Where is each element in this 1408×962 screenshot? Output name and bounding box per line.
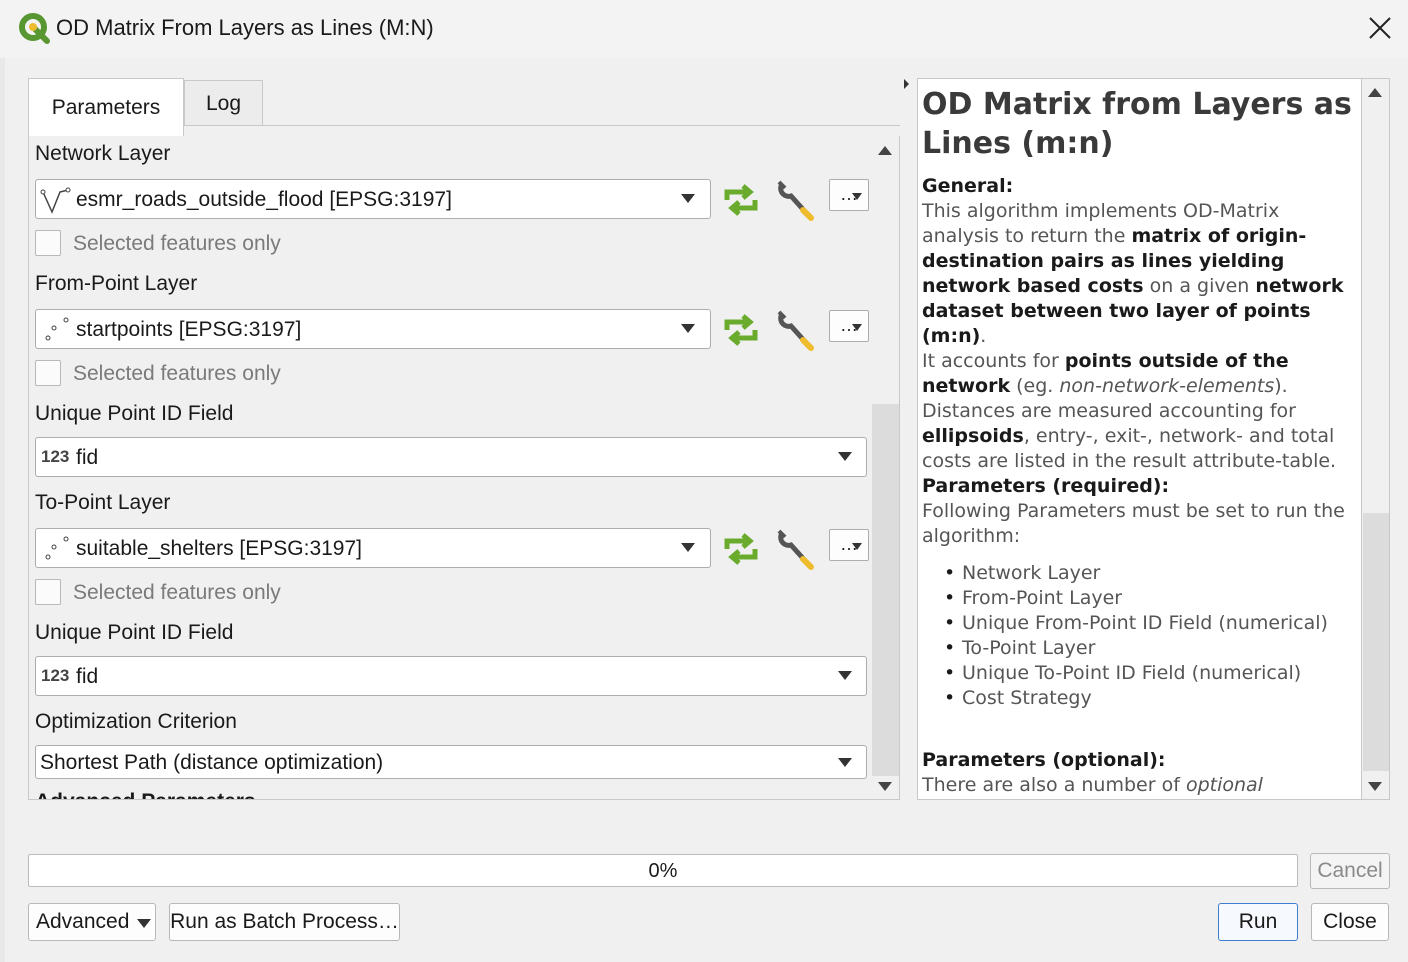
help-text: It accounts for [922,350,1065,372]
help-italic: non-network-elements [1059,375,1275,397]
optimization-label: Optimization Criterion [35,710,237,733]
chevron-down-icon [681,543,695,552]
tab-label: Parameters [51,95,161,119]
advanced-parameters-group[interactable]: Advanced Parameters [35,790,256,799]
to-selected-only-label: Selected features only [73,581,281,604]
help-required-title: Parameters (required): [922,475,1170,497]
chevron-down-icon [681,194,695,203]
advanced-label: Advanced [36,910,130,933]
to-id-field-value: fid [76,665,99,688]
help-title: OD Matrix from Layers as Lines (m:n) [922,87,1352,161]
close-icon[interactable] [1362,10,1398,46]
wrench-icon[interactable] [775,527,819,571]
scroll-up-icon[interactable] [878,146,892,155]
help-text: ). [1274,375,1288,397]
from-id-field-value: fid [76,446,99,469]
help-optional-title: Parameters (optional): [922,749,1166,771]
qgis-logo-icon [18,12,50,44]
from-selected-only-label: Selected features only [73,362,281,385]
network-selected-only-label: Selected features only [73,232,281,255]
help-text: Distances are measured accounting for [922,400,1296,422]
to-id-field-label: Unique Point ID Field [35,621,234,644]
cancel-button[interactable]: Cancel [1310,853,1390,889]
from-point-layer-combo[interactable]: startpoints [EPSG:3197] [35,309,711,349]
list-item: Unique From-Point ID Field (numerical) [944,611,1328,636]
help-italic: optional [1185,774,1263,796]
from-id-field-combo[interactable]: 123 fid [35,437,867,477]
scrollbar-thumb[interactable] [1363,513,1389,771]
scrollbar-thumb[interactable] [872,404,899,776]
numeric-field-icon: 123 [41,447,70,466]
parameters-panel: Network Layer esmr_roads_outside_flood [… [28,136,872,800]
network-selected-only-checkbox[interactable] [35,230,61,256]
chevron-down-icon [838,671,852,680]
to-point-layer-label: To-Point Layer [35,491,171,514]
network-layer-value: esmr_roads_outside_flood [EPSG:3197] [76,188,452,211]
help-bold: ellipsoids [922,425,1024,447]
window-title: OD Matrix From Layers as Lines (M:N) [56,15,434,40]
advanced-button[interactable]: Advanced [28,903,156,941]
help-panel: OD Matrix from Layers as Lines (m:n) Gen… [917,78,1362,800]
iterate-icon[interactable] [719,308,763,352]
point-layer-icon [42,535,72,569]
wrench-icon[interactable] [775,308,819,352]
close-button[interactable]: Close [1311,903,1389,941]
from-id-field-label: Unique Point ID Field [35,402,234,425]
scroll-up-icon[interactable] [1368,88,1382,97]
help-text: (eg. [1010,375,1060,397]
tab-log[interactable]: Log [184,80,263,126]
numeric-field-icon: 123 [41,666,70,685]
collapse-help-icon[interactable] [904,79,909,89]
to-point-layer-combo[interactable]: suitable_shelters [EPSG:3197] [35,528,711,568]
chevron-down-icon [137,919,151,928]
network-layer-label: Network Layer [35,142,171,165]
iterate-icon[interactable] [719,527,763,571]
tab-label: Log [205,91,242,115]
chevron-down-icon [852,324,862,331]
help-required-text: Following Parameters must be set to run … [922,500,1345,547]
layer-options-button[interactable]: … [829,179,869,211]
chevron-down-icon [681,324,695,333]
optimization-value: Shortest Path (distance optimization) [40,751,384,774]
chevron-down-icon [838,758,852,767]
wrench-icon[interactable] [775,178,819,222]
run-as-batch-button[interactable]: Run as Batch Process… [169,903,400,941]
tab-parameters[interactable]: Parameters [28,78,184,136]
help-text: on a given [1143,275,1256,297]
list-item: Unique To-Point ID Field (numerical) [944,661,1301,686]
layer-options-button[interactable]: … [829,310,869,342]
point-layer-icon [42,316,72,350]
help-general-text: This algorithm implements OD-Matrix anal… [922,199,1358,474]
to-point-layer-value: suitable_shelters [EPSG:3197] [76,537,363,560]
window-edge [0,58,5,962]
to-selected-only-checkbox[interactable] [35,579,61,605]
scroll-down-icon[interactable] [1368,782,1382,791]
run-button[interactable]: Run [1218,903,1298,941]
list-item: Network Layer [944,561,1100,586]
progress-bar: 0% [28,854,1298,887]
scroll-down-icon[interactable] [878,782,892,791]
help-text: . [980,325,987,347]
optimization-combo[interactable]: Shortest Path (distance optimization) [35,745,867,779]
help-general-title: General: [922,175,1014,197]
iterate-icon[interactable] [719,178,763,222]
from-point-layer-value: startpoints [EPSG:3197] [76,318,302,341]
help-optional-text: There are also a number of optional [922,773,1263,798]
list-item: To-Point Layer [944,636,1095,661]
layer-options-button[interactable]: … [829,529,869,561]
from-selected-only-checkbox[interactable] [35,360,61,386]
to-id-field-combo[interactable]: 123 fid [35,656,867,696]
chevron-down-icon [852,543,862,550]
network-layer-combo[interactable]: esmr_roads_outside_flood [EPSG:3197] [35,179,711,219]
chevron-down-icon [852,193,862,200]
progress-text: 0% [648,860,678,882]
chevron-down-icon [838,452,852,461]
from-point-layer-label: From-Point Layer [35,272,198,295]
help-text: There are also a number of [922,774,1186,796]
list-item: Cost Strategy [944,686,1092,711]
list-item: From-Point Layer [944,586,1122,611]
line-layer-icon [40,186,74,220]
